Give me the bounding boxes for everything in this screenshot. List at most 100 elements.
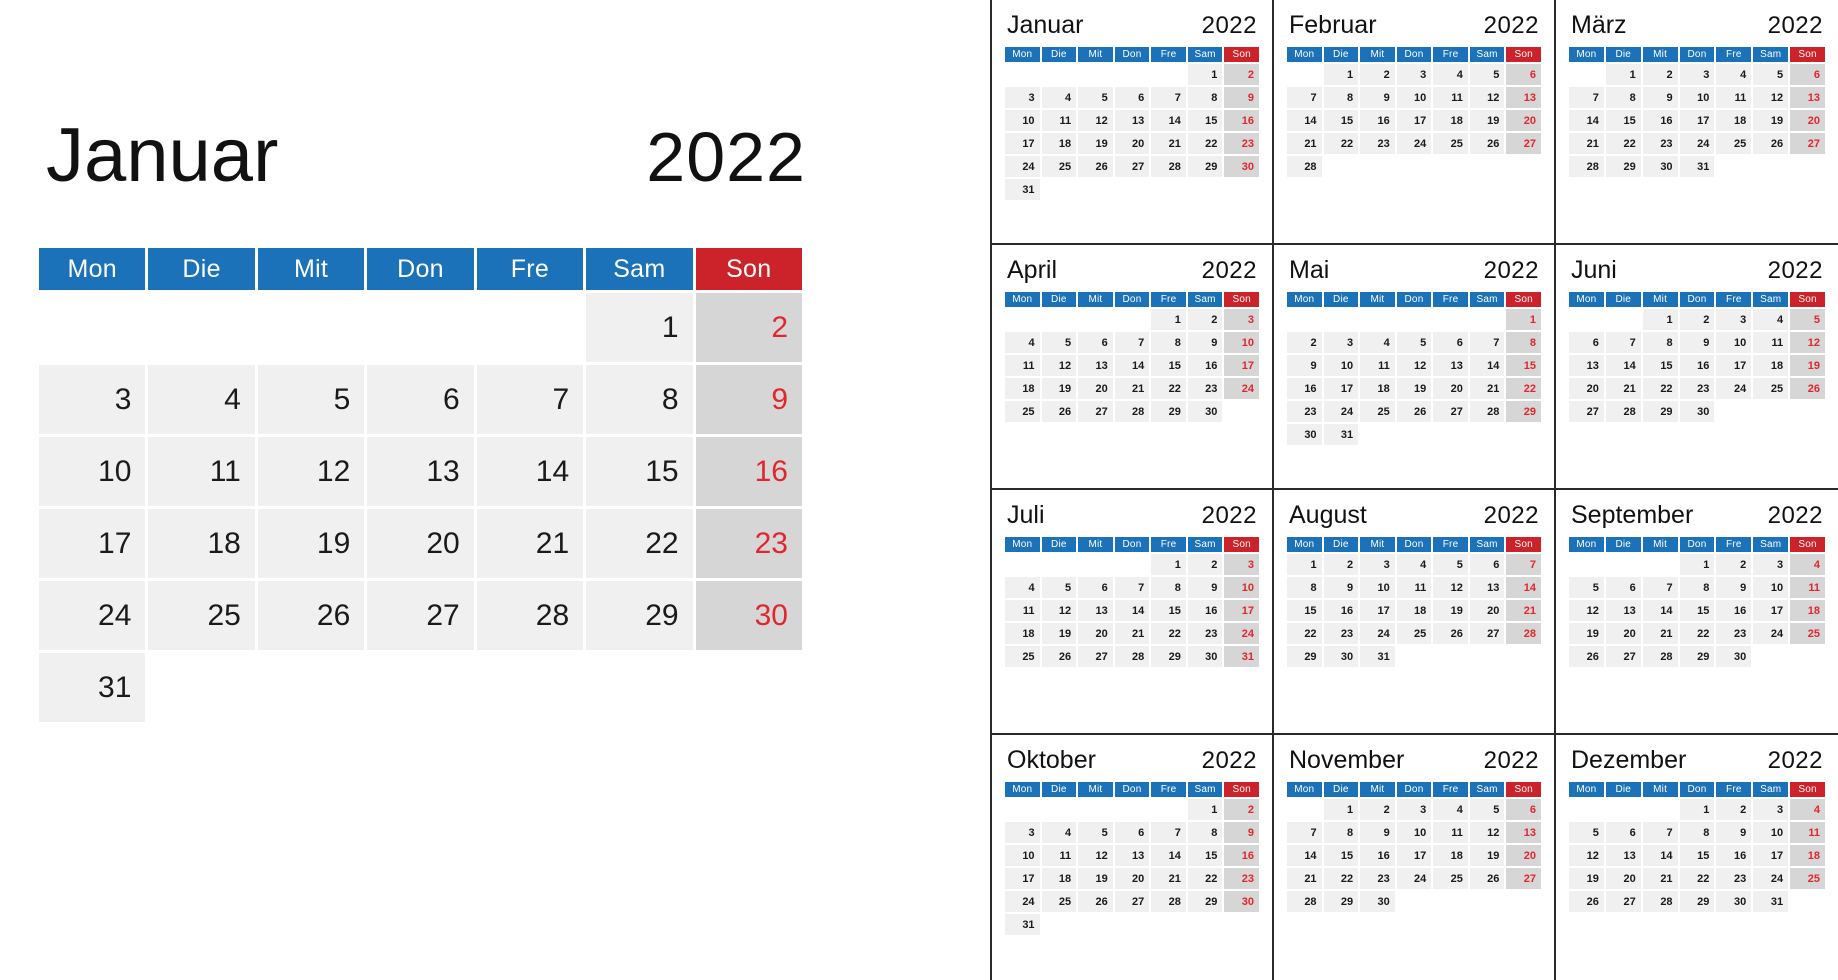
mini-day-cell[interactable]: 29 — [1151, 401, 1186, 423]
mini-day-cell[interactable]: 16 — [1679, 355, 1715, 377]
featured-day-cell[interactable]: 5 — [257, 365, 365, 434]
mini-day-cell[interactable]: 15 — [1151, 355, 1186, 377]
mini-day-cell[interactable]: 12 — [1469, 822, 1505, 844]
mini-day-cell[interactable]: 15 — [1323, 845, 1359, 867]
mini-day-cell[interactable]: 30 — [1642, 156, 1678, 178]
mini-day-cell[interactable]: 5 — [1569, 577, 1604, 599]
mini-day-cell[interactable]: 22 — [1679, 623, 1715, 645]
mini-day-cell[interactable]: 15 — [1323, 110, 1359, 132]
mini-day-cell[interactable]: 26 — [1469, 133, 1505, 155]
mini-day-cell[interactable]: 25 — [1360, 401, 1395, 423]
mini-day-cell[interactable]: 9 — [1187, 577, 1223, 599]
mini-day-cell[interactable]: 9 — [1224, 87, 1259, 109]
mini-day-cell[interactable]: 18 — [1005, 378, 1040, 400]
mini-day-cell[interactable]: 14 — [1506, 577, 1541, 599]
mini-day-cell[interactable]: 15 — [1679, 600, 1715, 622]
mini-day-cell[interactable]: 13 — [1506, 87, 1541, 109]
mini-day-cell[interactable]: 7 — [1506, 554, 1541, 576]
mini-day-cell[interactable]: 6 — [1114, 87, 1150, 109]
mini-day-cell[interactable]: 28 — [1605, 401, 1641, 423]
mini-day-cell[interactable]: 18 — [1005, 623, 1040, 645]
mini-day-cell[interactable]: 20 — [1790, 110, 1825, 132]
mini-day-cell[interactable]: 23 — [1716, 623, 1752, 645]
mini-day-cell[interactable]: 25 — [1433, 133, 1468, 155]
mini-day-cell[interactable]: 4 — [1716, 64, 1752, 86]
mini-day-cell[interactable]: 20 — [1506, 110, 1541, 132]
mini-day-cell[interactable]: 24 — [1224, 378, 1259, 400]
mini-day-cell[interactable]: 31 — [1323, 424, 1359, 446]
mini-day-cell[interactable]: 9 — [1716, 577, 1752, 599]
mini-day-cell[interactable]: 6 — [1078, 332, 1113, 354]
mini-day-cell[interactable]: 12 — [1396, 355, 1432, 377]
mini-day-cell[interactable]: 17 — [1005, 133, 1040, 155]
mini-day-cell[interactable]: 11 — [1005, 355, 1040, 377]
mini-day-cell[interactable]: 8 — [1506, 332, 1541, 354]
mini-day-cell[interactable]: 26 — [1078, 156, 1113, 178]
mini-day-cell[interactable]: 11 — [1041, 845, 1077, 867]
mini-day-cell[interactable]: 20 — [1114, 868, 1150, 890]
mini-day-cell[interactable]: 4 — [1396, 554, 1432, 576]
mini-day-cell[interactable]: 11 — [1433, 87, 1468, 109]
mini-day-cell[interactable]: 28 — [1287, 891, 1322, 913]
mini-day-cell[interactable]: 8 — [1287, 577, 1322, 599]
mini-day-cell[interactable]: 19 — [1753, 110, 1789, 132]
mini-day-cell[interactable]: 26 — [1041, 401, 1077, 423]
mini-day-cell[interactable]: 5 — [1469, 64, 1505, 86]
mini-day-cell[interactable]: 1 — [1187, 799, 1223, 821]
mini-day-cell[interactable]: 7 — [1287, 822, 1322, 844]
mini-day-cell[interactable]: 14 — [1287, 110, 1322, 132]
mini-day-cell[interactable]: 21 — [1569, 133, 1604, 155]
mini-day-cell[interactable]: 10 — [1396, 87, 1432, 109]
mini-day-cell[interactable]: 2 — [1716, 799, 1752, 821]
mini-day-cell[interactable]: 17 — [1323, 378, 1359, 400]
mini-day-cell[interactable]: 20 — [1469, 600, 1505, 622]
mini-day-cell[interactable]: 1 — [1151, 554, 1186, 576]
mini-day-cell[interactable]: 18 — [1041, 868, 1077, 890]
mini-day-cell[interactable]: 16 — [1224, 845, 1259, 867]
mini-day-cell[interactable]: 12 — [1041, 600, 1077, 622]
mini-day-cell[interactable]: 19 — [1078, 133, 1113, 155]
mini-day-cell[interactable]: 16 — [1716, 845, 1752, 867]
mini-day-cell[interactable]: 19 — [1569, 868, 1604, 890]
mini-day-cell[interactable]: 24 — [1224, 623, 1259, 645]
mini-day-cell[interactable]: 7 — [1569, 87, 1604, 109]
mini-day-cell[interactable]: 1 — [1679, 799, 1715, 821]
mini-day-cell[interactable]: 18 — [1360, 378, 1395, 400]
mini-day-cell[interactable]: 1 — [1679, 554, 1715, 576]
mini-day-cell[interactable]: 18 — [1433, 110, 1468, 132]
mini-day-cell[interactable]: 10 — [1224, 332, 1259, 354]
mini-day-cell[interactable]: 20 — [1433, 378, 1468, 400]
mini-day-cell[interactable]: 24 — [1005, 891, 1040, 913]
mini-day-cell[interactable]: 8 — [1323, 87, 1359, 109]
mini-day-cell[interactable]: 31 — [1005, 914, 1040, 936]
mini-day-cell[interactable]: 10 — [1753, 577, 1789, 599]
featured-day-cell[interactable]: 30 — [695, 581, 802, 650]
mini-day-cell[interactable]: 25 — [1433, 868, 1468, 890]
mini-day-cell[interactable]: 28 — [1287, 156, 1322, 178]
mini-day-cell[interactable]: 16 — [1287, 378, 1322, 400]
mini-day-cell[interactable]: 28 — [1642, 646, 1678, 668]
mini-day-cell[interactable]: 18 — [1433, 845, 1468, 867]
featured-day-cell[interactable]: 15 — [586, 437, 693, 506]
mini-day-cell[interactable]: 30 — [1679, 401, 1715, 423]
mini-day-cell[interactable]: 18 — [1396, 600, 1432, 622]
mini-day-cell[interactable]: 27 — [1114, 156, 1150, 178]
mini-day-cell[interactable]: 13 — [1506, 822, 1541, 844]
mini-day-cell[interactable]: 15 — [1642, 355, 1678, 377]
mini-day-cell[interactable]: 25 — [1041, 891, 1077, 913]
mini-day-cell[interactable]: 2 — [1224, 799, 1259, 821]
mini-day-cell[interactable]: 12 — [1078, 845, 1113, 867]
mini-day-cell[interactable]: 12 — [1041, 355, 1077, 377]
mini-day-cell[interactable]: 10 — [1005, 110, 1040, 132]
mini-day-cell[interactable]: 8 — [1151, 577, 1186, 599]
mini-day-cell[interactable]: 12 — [1753, 87, 1789, 109]
mini-day-cell[interactable]: 2 — [1679, 309, 1715, 331]
mini-day-cell[interactable]: 9 — [1187, 332, 1223, 354]
mini-day-cell[interactable]: 7 — [1642, 822, 1678, 844]
mini-day-cell[interactable]: 26 — [1396, 401, 1432, 423]
mini-day-cell[interactable]: 17 — [1396, 845, 1432, 867]
mini-day-cell[interactable]: 21 — [1506, 600, 1541, 622]
mini-day-cell[interactable]: 3 — [1396, 64, 1432, 86]
mini-day-cell[interactable]: 12 — [1569, 600, 1604, 622]
mini-day-cell[interactable]: 2 — [1187, 554, 1223, 576]
